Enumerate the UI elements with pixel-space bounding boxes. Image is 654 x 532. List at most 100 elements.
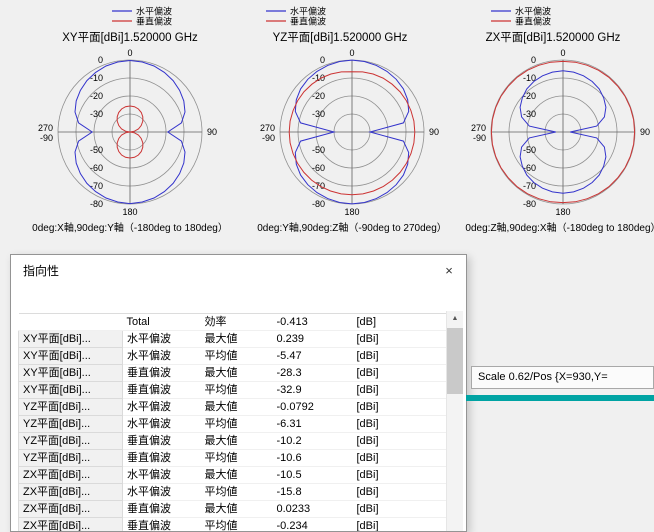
table-cell: [dBi]: [353, 399, 453, 416]
table-cell: 水平偏波: [123, 467, 201, 484]
table-cell: 最大値: [201, 399, 273, 416]
radial-tick-label: -50: [90, 145, 103, 155]
scroll-up-icon: ▲: [452, 315, 459, 322]
table-row[interactable]: YZ平面[dBi]...水平偏波最大値-0.0792[dBi]: [19, 399, 453, 416]
table-row[interactable]: YZ平面[dBi]...垂直偏波最大値-10.2[dBi]: [19, 433, 453, 450]
table-cell: 平均値: [201, 416, 273, 433]
table-cell: -6.31: [273, 416, 353, 433]
chart-caption: 0deg:Z軸,90deg:X軸（-180deg to 180deg）: [465, 221, 654, 234]
row-header-cell[interactable]: XY平面[dBi]...: [19, 348, 123, 365]
directivity-table: Total効率-0.413[dB]XY平面[dBi]...水平偏波最大値0.23…: [18, 313, 453, 531]
scrollbar-up-button[interactable]: ▲: [447, 311, 463, 327]
table-cell: 効率: [201, 314, 273, 331]
angle-label-left: 270: [260, 123, 275, 133]
table-row[interactable]: XY平面[dBi]...垂直偏波最大値-28.3[dBi]: [19, 365, 453, 382]
table-cell: [dBi]: [353, 484, 453, 501]
status-panel: Scale 0.62/Pos {X=930,Y=: [471, 366, 654, 389]
table-row[interactable]: XY平面[dBi]...水平偏波平均値-5.47[dBi]: [19, 348, 453, 365]
table-cell: 最大値: [201, 331, 273, 348]
table-cell: 0.239: [273, 331, 353, 348]
angle-label-bottom: 180: [344, 207, 359, 217]
row-header-cell[interactable]: XY平面[dBi]...: [19, 331, 123, 348]
table-cell: 水平偏波: [123, 331, 201, 348]
radial-tick-label: -80: [312, 199, 325, 209]
table-cell: 平均値: [201, 484, 273, 501]
radial-tick-label: 0: [320, 55, 325, 65]
table-row[interactable]: ZX平面[dBi]...水平偏波平均値-15.8[dBi]: [19, 484, 453, 501]
table-cell: [dBi]: [353, 365, 453, 382]
radial-tick-label: -20: [312, 91, 325, 101]
table-cell: [dBi]: [353, 467, 453, 484]
dialog-body: Total効率-0.413[dB]XY平面[dBi]...水平偏波最大値0.23…: [11, 287, 466, 531]
table-cell: [dBi]: [353, 382, 453, 399]
radial-tick-label: 0: [98, 55, 103, 65]
table-row[interactable]: XY平面[dBi]...垂直偏波平均値-32.9[dBi]: [19, 382, 453, 399]
row-header-cell[interactable]: YZ平面[dBi]...: [19, 399, 123, 416]
close-button[interactable]: ×: [432, 255, 466, 287]
angle-label-left: 270: [471, 123, 486, 133]
row-header-cell[interactable]: ZX平面[dBi]...: [19, 501, 123, 518]
table-row[interactable]: YZ平面[dBi]...垂直偏波平均値-10.6[dBi]: [19, 450, 453, 467]
table-cell: -28.3: [273, 365, 353, 382]
table-cell: 垂直偏波: [123, 450, 201, 467]
angle-label-left: 270: [38, 123, 53, 133]
table-cell: -5.47: [273, 348, 353, 365]
table-cell: 水平偏波: [123, 348, 201, 365]
table-cell: 平均値: [201, 518, 273, 532]
row-header-cell[interactable]: XY平面[dBi]...: [19, 382, 123, 399]
table-cell: -10.6: [273, 450, 353, 467]
radial-tick-label: -10: [90, 73, 103, 83]
directivity-dialog: 指向性 × Total効率-0.413[dB]XY平面[dBi]...水平偏波最…: [10, 254, 467, 532]
table-cell: Total: [123, 314, 201, 331]
row-header-cell[interactable]: YZ平面[dBi]...: [19, 450, 123, 467]
angle-label-left2: -90: [473, 133, 486, 143]
table-cell: -10.2: [273, 433, 353, 450]
chart-title: XY平面[dBi]1.520000 GHz: [62, 32, 198, 44]
radial-tick-label: -50: [523, 145, 536, 155]
scrollbar-thumb[interactable]: [447, 328, 463, 394]
radial-tick-label: -60: [312, 163, 325, 173]
vertical-scrollbar[interactable]: ▲: [446, 311, 463, 531]
table-cell: 最大値: [201, 467, 273, 484]
row-header-cell[interactable]: ZX平面[dBi]...: [19, 467, 123, 484]
dialog-titlebar[interactable]: 指向性 ×: [11, 255, 466, 287]
table-cell: -0.0792: [273, 399, 353, 416]
row-header-cell[interactable]: XY平面[dBi]...: [19, 365, 123, 382]
radial-tick-label: -70: [90, 181, 103, 191]
chart-title: ZX平面[dBi]1.520000 GHz: [486, 32, 621, 44]
radial-tick-label: -20: [90, 91, 103, 101]
dialog-title: 指向性: [23, 255, 59, 287]
table-row[interactable]: ZX平面[dBi]...垂直偏波平均値-0.234[dBi]: [19, 518, 453, 532]
legend-label: 水平偏波: [290, 6, 326, 17]
radial-tick-label: 0: [531, 55, 536, 65]
radial-tick-label: -50: [312, 145, 325, 155]
angle-label-right: 90: [640, 127, 650, 137]
row-header-cell[interactable]: YZ平面[dBi]...: [19, 416, 123, 433]
row-header-cell[interactable]: ZX平面[dBi]...: [19, 484, 123, 501]
legend-label: 垂直偏波: [290, 16, 326, 27]
table-cell: 最大値: [201, 501, 273, 518]
status-text: Scale 0.62/Pos {X=930,Y=: [478, 371, 608, 383]
row-header-cell[interactable]: YZ平面[dBi]...: [19, 433, 123, 450]
radial-tick-label: -80: [523, 199, 536, 209]
table-row[interactable]: YZ平面[dBi]...水平偏波平均値-6.31[dBi]: [19, 416, 453, 433]
table-row[interactable]: ZX平面[dBi]...垂直偏波最大値0.0233[dBi]: [19, 501, 453, 518]
table-cell: 0.0233: [273, 501, 353, 518]
table-cell: [dBi]: [353, 433, 453, 450]
table-row[interactable]: ZX平面[dBi]...水平偏波最大値-10.5[dBi]: [19, 467, 453, 484]
table-cell: -0.234: [273, 518, 353, 532]
table-row[interactable]: XY平面[dBi]...水平偏波最大値0.239[dBi]: [19, 331, 453, 348]
table-cell: [dBi]: [353, 416, 453, 433]
table-cell: -15.8: [273, 484, 353, 501]
radiation-pattern-charts: 水平偏波垂直偏波 XY平面[dBi]1.520000 GHz 0 -10 -20 -30 -…: [0, 0, 654, 252]
table-cell: 垂直偏波: [123, 501, 201, 518]
table-cell: 平均値: [201, 450, 273, 467]
row-header-cell[interactable]: ZX平面[dBi]...: [19, 518, 123, 532]
table-cell: 最大値: [201, 365, 273, 382]
close-icon: ×: [445, 263, 453, 278]
table-row[interactable]: Total効率-0.413[dB]: [19, 314, 453, 331]
radial-tick-label: -30: [523, 109, 536, 119]
table-cell: -10.5: [273, 467, 353, 484]
table-cell: 水平偏波: [123, 416, 201, 433]
table-cell: 平均値: [201, 348, 273, 365]
